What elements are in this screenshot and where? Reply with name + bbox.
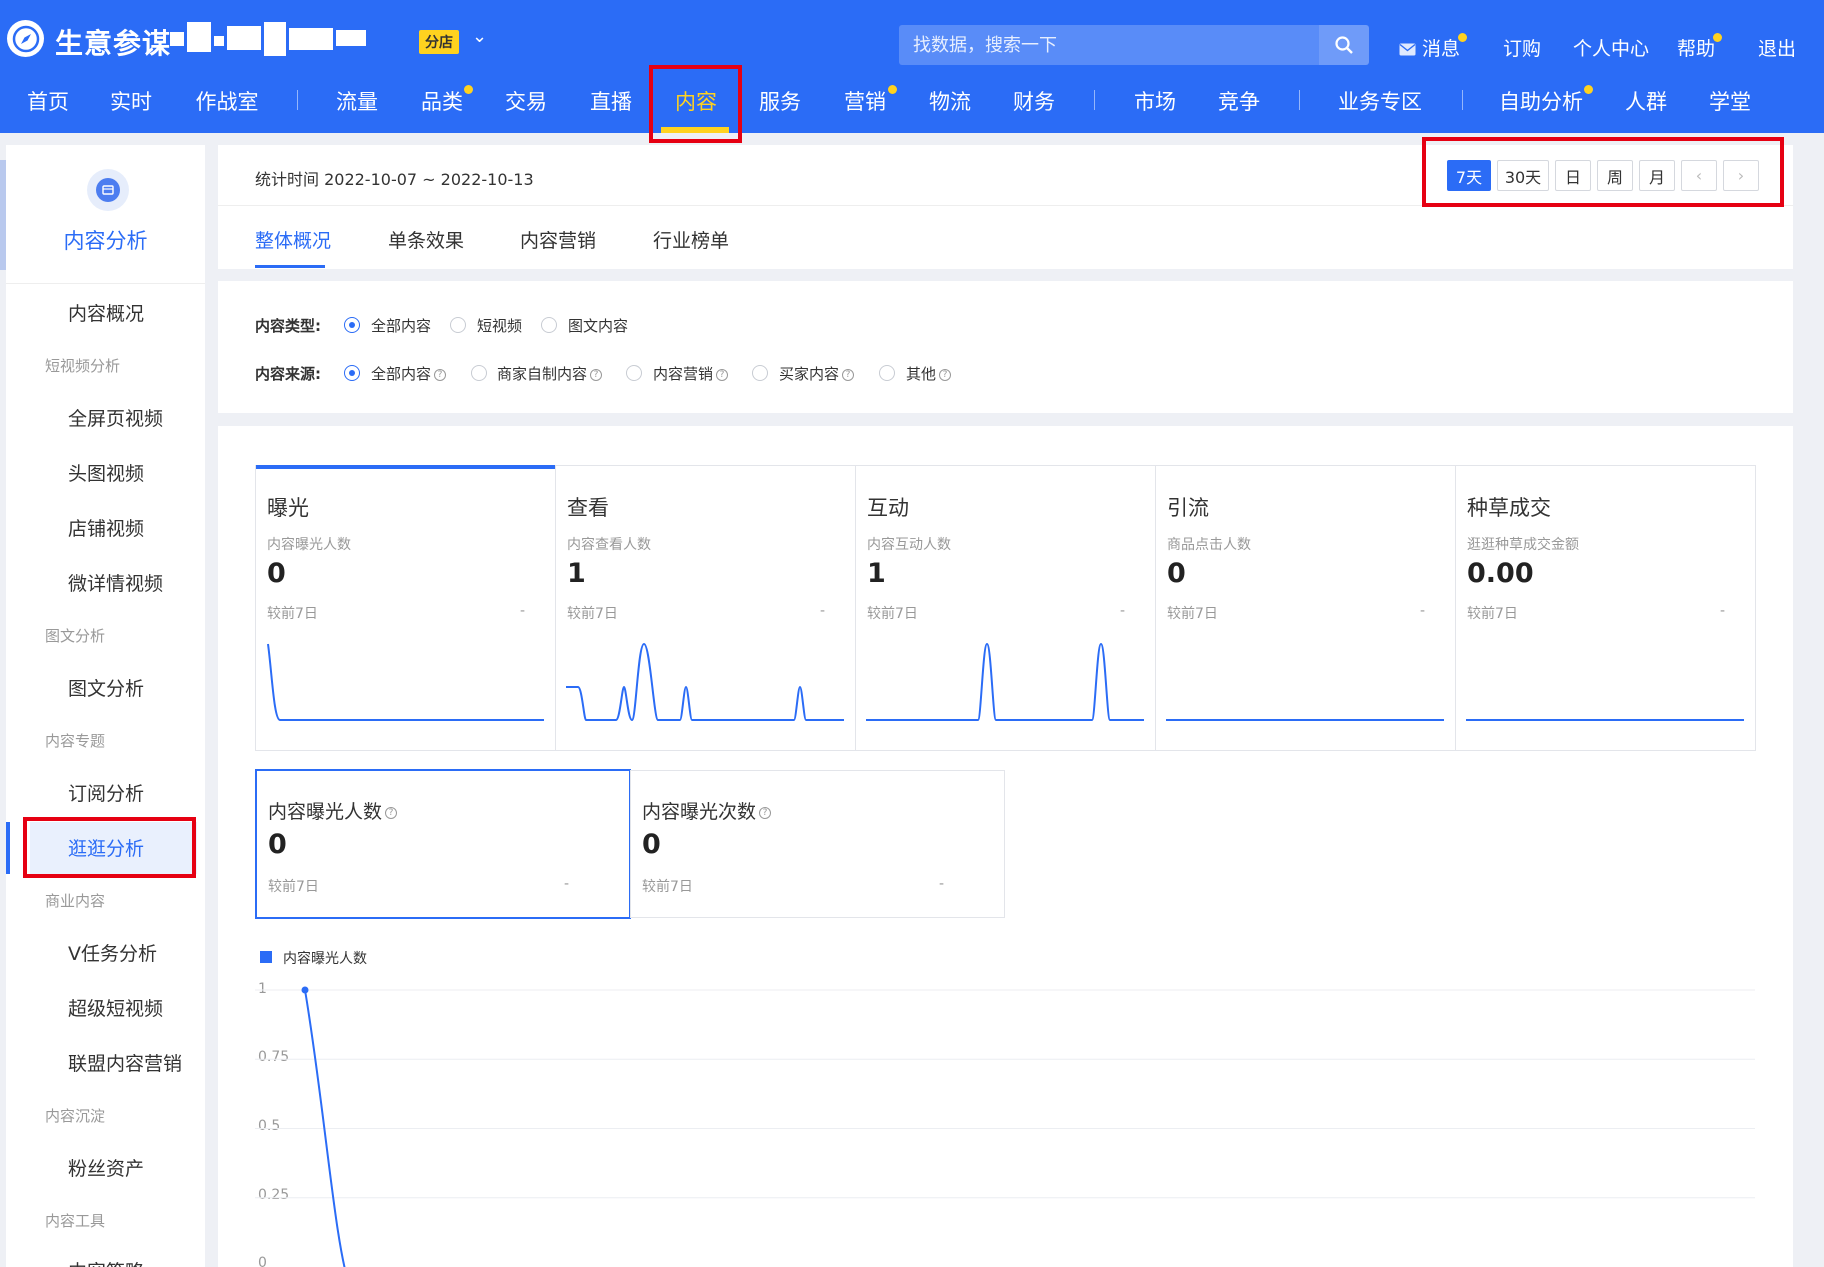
trend-chart xyxy=(255,986,1755,1267)
data-point[interactable] xyxy=(301,986,309,994)
